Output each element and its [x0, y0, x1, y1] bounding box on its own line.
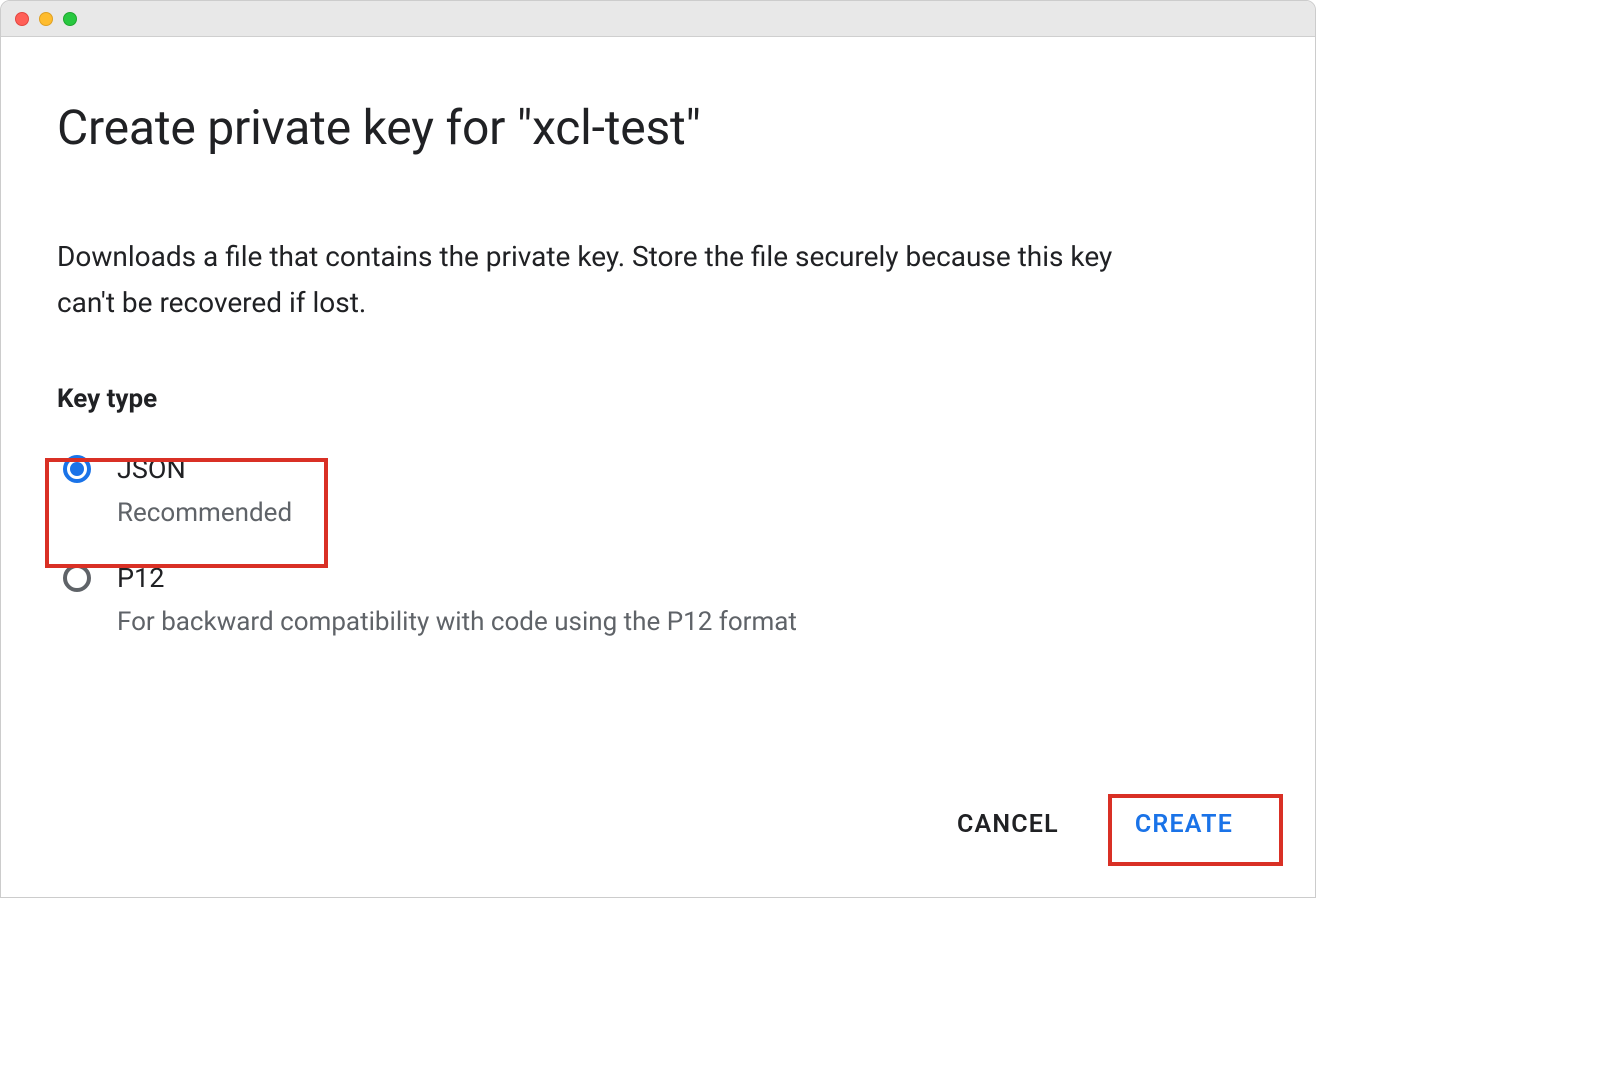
radio-sublabel-p12: For backward compatibility with code usi… [117, 606, 797, 640]
key-type-label: Key type [57, 384, 1259, 414]
maximize-icon[interactable] [63, 12, 77, 26]
radio-button-icon [63, 455, 91, 483]
radio-label-block: P12 For backward compatibility with code… [117, 561, 797, 640]
close-icon[interactable] [15, 12, 29, 26]
radio-sublabel-json: Recommended [117, 497, 292, 531]
dialog-window: Create private key for "xcl-test" Downlo… [0, 0, 1316, 898]
window-titlebar [1, 1, 1315, 37]
dialog-description: Downloads a file that contains the priva… [57, 234, 1177, 326]
key-type-radio-group: JSON Recommended P12 For backward compat… [57, 440, 1259, 658]
radio-button-icon [63, 564, 91, 592]
radio-label-json: JSON [117, 452, 292, 487]
radio-label-p12: P12 [117, 561, 797, 596]
dialog-content: Create private key for "xcl-test" Downlo… [1, 37, 1315, 897]
minimize-icon[interactable] [39, 12, 53, 26]
dialog-title: Create private key for "xcl-test" [57, 99, 1259, 156]
create-button[interactable]: CREATE [1101, 794, 1267, 855]
dialog-button-row: CANCEL CREATE [929, 794, 1267, 855]
radio-option-p12[interactable]: P12 For backward compatibility with code… [57, 549, 1259, 658]
radio-option-json[interactable]: JSON Recommended [57, 440, 1259, 549]
cancel-button[interactable]: CANCEL [929, 794, 1087, 855]
radio-label-block: JSON Recommended [117, 452, 292, 531]
